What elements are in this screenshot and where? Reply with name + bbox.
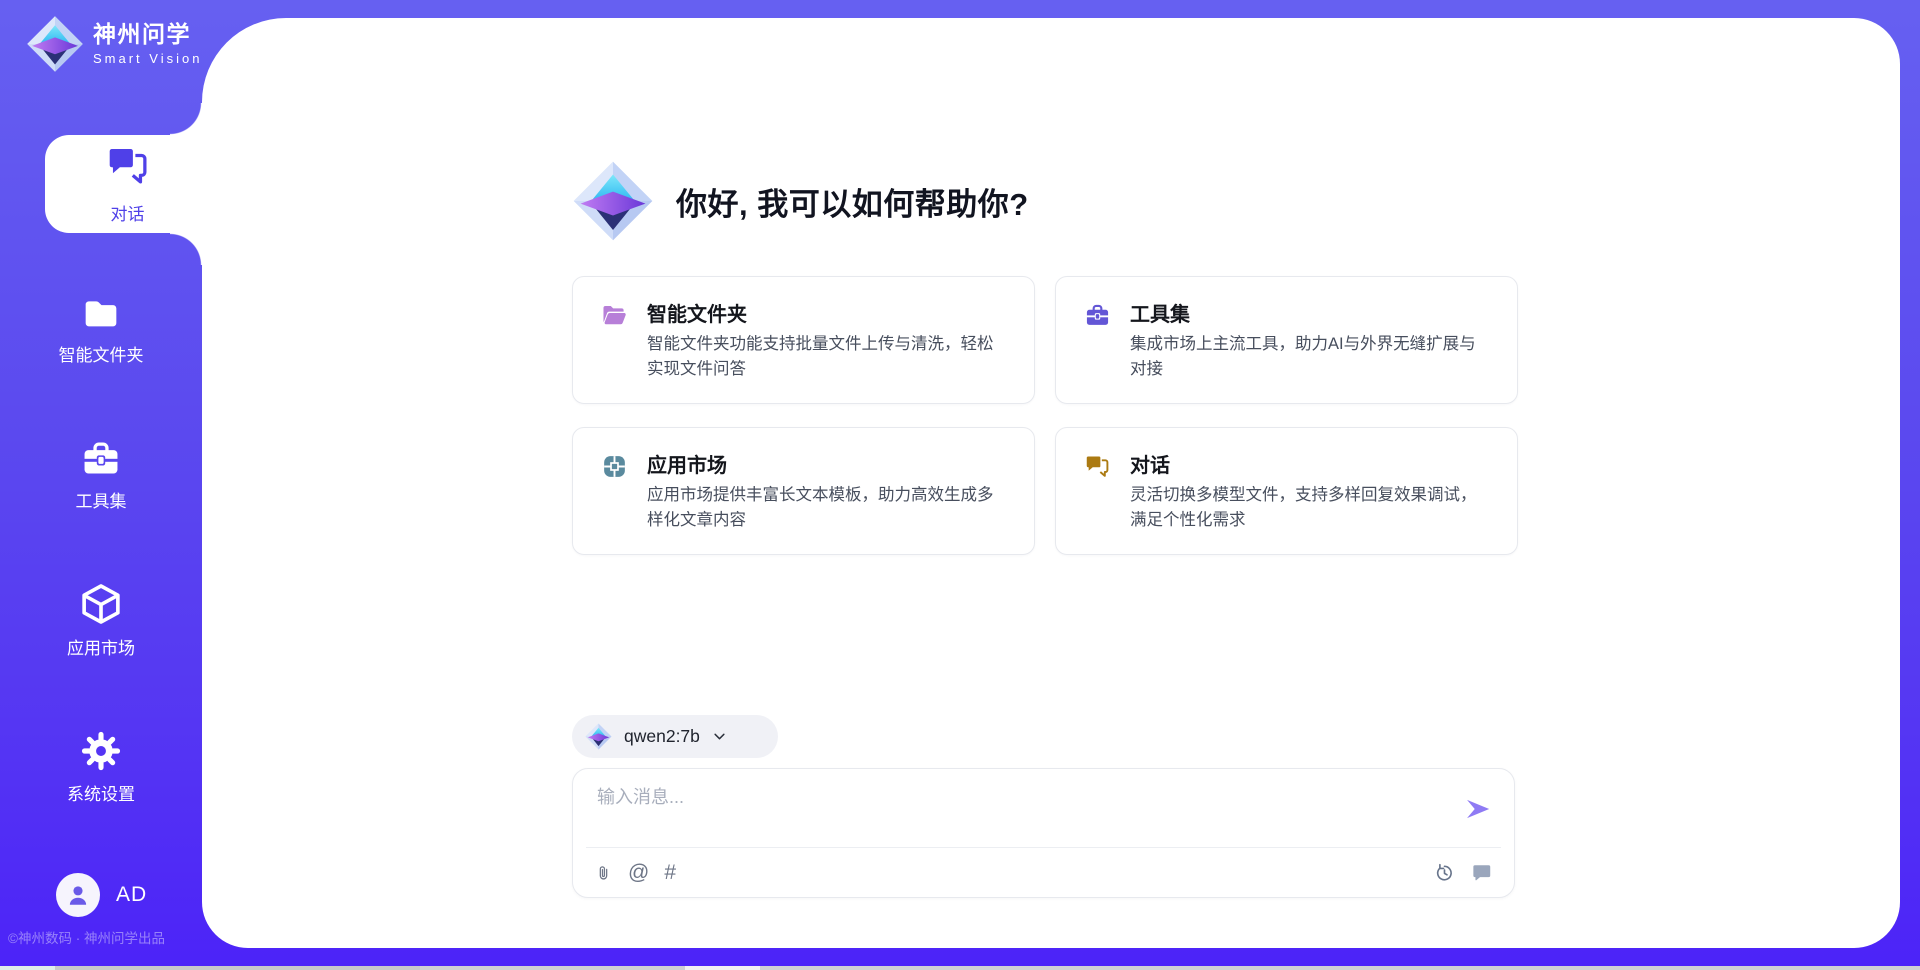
cube-icon — [78, 581, 124, 627]
card-title: 智能文件夹 — [647, 298, 747, 327]
mention-button[interactable]: @ — [628, 862, 649, 883]
card-description: 灵活切换多模型文件，支持多样回复效果调试，满足个性化需求 — [1130, 483, 1489, 533]
history-clock-icon — [1433, 861, 1456, 884]
message-bubble-icon — [1470, 861, 1493, 884]
brand: 神州问学 Smart Vision — [26, 15, 202, 73]
chat-bubbles-icon — [1084, 453, 1111, 480]
feedback-button[interactable] — [1470, 861, 1493, 884]
app-grid-icon — [601, 453, 628, 480]
brand-subtitle: Smart Vision — [93, 51, 202, 66]
sidebar-item-label: 系统设置 — [0, 780, 202, 805]
sidebar-item-settings[interactable]: 系统设置 — [0, 729, 202, 805]
user-account[interactable]: AD — [56, 873, 147, 917]
assistant-logo-diamond-icon — [572, 160, 654, 242]
brand-logo-diamond-icon — [26, 15, 84, 73]
card-title: 工具集 — [1130, 298, 1190, 327]
message-composer: @ # — [572, 768, 1515, 898]
card-description: 应用市场提供丰富长文本模板，助力高效生成多样化文章内容 — [647, 483, 1006, 533]
brand-name: 神州问学 — [93, 22, 202, 47]
attach-file-button[interactable] — [594, 862, 613, 884]
tab-curve-bottom — [170, 233, 202, 265]
sidebar-item-label: 对话 — [111, 200, 145, 225]
model-name: qwen2:7b — [624, 726, 700, 747]
hash-glyph: # — [664, 862, 676, 883]
send-button[interactable] — [1464, 795, 1492, 823]
feature-card-tools[interactable]: 工具集 集成市场上主流工具，助力AI与外界无缝扩展与对接 — [1055, 276, 1518, 404]
greeting-text: 你好, 我可以如何帮助你? — [676, 179, 1029, 224]
folder-icon — [79, 294, 123, 334]
sidebar-item-apps[interactable]: 应用市场 — [0, 581, 202, 659]
toolbox-icon — [79, 438, 123, 480]
send-icon — [1464, 795, 1492, 823]
sidebar-item-label: 应用市场 — [0, 634, 202, 659]
card-description: 智能文件夹功能支持批量文件上传与清洗，轻松实现文件问答 — [647, 332, 1006, 382]
sidebar-item-label: 智能文件夹 — [0, 341, 202, 366]
avatar — [56, 873, 100, 917]
user-initials: AD — [116, 883, 147, 907]
composer-toolbar: @ # — [594, 848, 1493, 897]
card-description: 集成市场上主流工具，助力AI与外界无缝扩展与对接 — [1130, 332, 1489, 382]
feature-card-apps[interactable]: 应用市场 应用市场提供丰富长文本模板，助力高效生成多样化文章内容 — [572, 427, 1035, 555]
model-logo-diamond-icon — [585, 723, 612, 750]
chat-bubbles-icon — [105, 143, 151, 189]
screen-bottom-edge — [0, 966, 1920, 970]
gear-icon — [79, 729, 123, 773]
toolbox-icon — [1084, 302, 1111, 329]
person-icon — [65, 882, 91, 908]
feature-card-chat[interactable]: 对话 灵活切换多模型文件，支持多样回复效果调试，满足个性化需求 — [1055, 427, 1518, 555]
feature-card-folders[interactable]: 智能文件夹 智能文件夹功能支持批量文件上传与清洗，轻松实现文件问答 — [572, 276, 1035, 404]
topic-button[interactable]: # — [664, 862, 676, 883]
model-selector[interactable]: qwen2:7b — [572, 715, 778, 758]
message-input[interactable] — [597, 783, 1437, 841]
sidebar-item-tools[interactable]: 工具集 — [0, 438, 202, 512]
greeting: 你好, 我可以如何帮助你? — [572, 160, 1029, 242]
sidebar-item-label: 工具集 — [0, 487, 202, 512]
copyright-text: ©神州数码 · 神州问学出品 — [8, 927, 228, 947]
card-title: 应用市场 — [647, 449, 727, 478]
folder-open-icon — [601, 302, 628, 329]
history-button[interactable] — [1433, 861, 1456, 884]
tab-curve-top — [170, 103, 202, 135]
card-title: 对话 — [1130, 449, 1170, 478]
paperclip-icon — [594, 862, 613, 884]
at-glyph: @ — [628, 862, 649, 883]
sidebar-item-chat[interactable]: 对话 — [45, 135, 210, 233]
chevron-down-icon — [712, 729, 727, 744]
sidebar-item-folders[interactable]: 智能文件夹 — [0, 294, 202, 366]
app-window: 神州问学 Smart Vision 对话 智能文件夹 工具集 应用市场 — [0, 0, 1920, 970]
